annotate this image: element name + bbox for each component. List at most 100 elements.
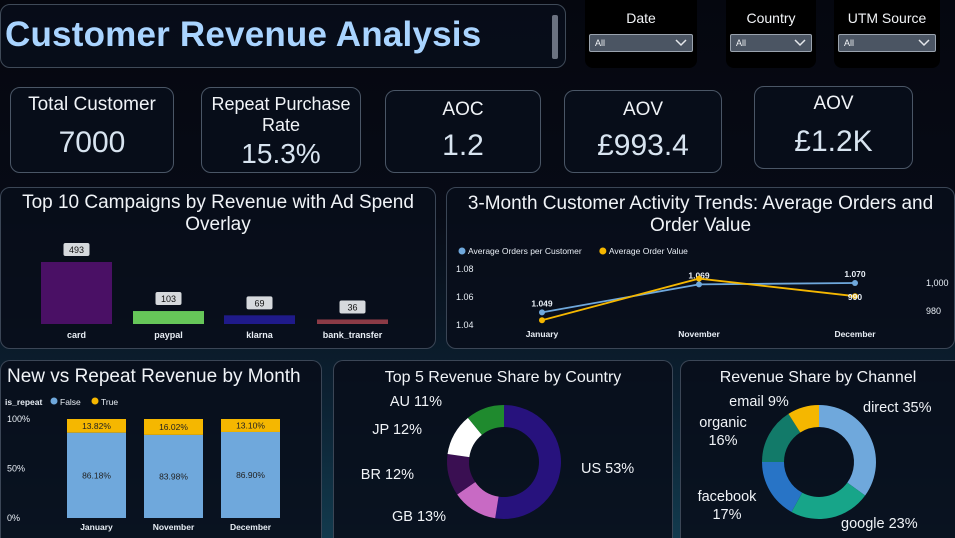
campaign-data-label: 103 [161, 294, 176, 304]
x-tick-label: November [678, 329, 720, 339]
new-vs-repeat-panel: New vs Repeat Revenue by Month is_repeat… [0, 360, 322, 538]
y-tick-label: 1.06 [456, 292, 474, 302]
donut-slice [791, 482, 866, 519]
series-point [539, 317, 545, 324]
kpi-value: £993.4 [597, 129, 689, 162]
y-tick-label: 0% [7, 513, 20, 523]
campaign-x-tick: paypal [154, 330, 183, 340]
kpi-value: 1.2 [442, 129, 484, 162]
point-data-label: 1.070 [844, 269, 866, 279]
series-point [539, 309, 545, 316]
legend-marker [91, 397, 99, 405]
series-point [852, 280, 858, 286]
kpi-label: AOV [622, 99, 664, 120]
y-tick-label: 50% [7, 464, 25, 474]
segment-data-label: 86.90% [236, 470, 265, 480]
campaign-bar [133, 311, 204, 324]
kpi-label: Repeat Purchase Rate [211, 94, 351, 135]
title-scrollbar[interactable] [552, 15, 558, 59]
date-filter-label: Date [626, 10, 656, 26]
kpi-repeat-purchase-rate: Repeat Purchase Rate 15.3% [201, 87, 361, 173]
x-tick-label: December [834, 329, 876, 339]
campaigns-chart: 493 card 103 paypal 69 klarna 36 bank_transfer [41, 243, 388, 340]
slice-label: BR 12% [361, 467, 414, 483]
country-filter-value: All [736, 38, 747, 48]
campaign-x-tick: bank_transfer [323, 330, 383, 340]
legend-title: is_repeat [5, 397, 42, 407]
country-filter-label: Country [746, 10, 796, 26]
campaign-x-tick: card [67, 330, 86, 340]
kpi-aov: AOV £993.4 [564, 90, 722, 173]
campaign-bar [224, 315, 295, 324]
kpi-aov-2: AOV £1.2K [754, 86, 913, 169]
kpi-label: Total Customer [28, 94, 156, 115]
campaign-bar [317, 319, 388, 324]
date-filter: Date All [585, 0, 697, 68]
legend-label: True [101, 397, 118, 407]
chevron-down-icon [794, 39, 806, 47]
campaign-bar [41, 262, 112, 324]
point-data-label: 1.049 [531, 298, 553, 308]
channel-donut-chart: direct 35% google 23% facebook 17% organic 16… [698, 394, 932, 532]
x-tick-label: January [80, 522, 113, 532]
y-tick-label: 1.04 [456, 320, 474, 330]
slice-label: facebook [698, 489, 758, 505]
x-tick-label: December [230, 522, 272, 532]
campaign-x-tick: klarna [246, 330, 274, 340]
utm-source-filter-select[interactable]: All [838, 34, 936, 52]
segment-data-label: 16.02% [159, 422, 188, 432]
kpi-value: 7000 [58, 126, 126, 159]
country-filter-select[interactable]: All [730, 34, 812, 52]
kpi-label: AOV [813, 93, 854, 114]
new-vs-repeat-chart: is_repeat False True 100% 50% 0% 86.18% 13.82% J… [5, 397, 280, 532]
campaign-data-label: 36 [347, 302, 357, 312]
slice-label: email 9% [729, 394, 789, 410]
slice-label: 17% [712, 507, 741, 523]
country-donut-chart: US 53% GB 13% BR 12% JP 12% AU 11% [361, 394, 635, 525]
legend-label: Average Orders per Customer [468, 246, 582, 256]
chevron-down-icon [675, 39, 687, 47]
slice-label: 16% [708, 433, 737, 449]
chevron-down-icon [918, 39, 930, 47]
legend-marker [458, 247, 466, 255]
y2-tick-label: 980 [926, 306, 941, 316]
legend-label: False [60, 397, 81, 407]
x-tick-label: November [153, 522, 195, 532]
y2-tick-label: 1,000 [926, 278, 949, 288]
segment-data-label: 83.98% [159, 471, 188, 481]
kpi-label: AOC [442, 99, 484, 120]
kpi-total-customer: Total Customer 7000 [10, 87, 174, 173]
utm-source-filter: UTM Source All [834, 0, 940, 68]
y-tick-label: 100% [7, 414, 30, 424]
date-filter-value: All [595, 38, 606, 48]
donut-slice [819, 405, 876, 496]
legend-label: Average Order Value [609, 246, 688, 256]
campaign-data-label: 69 [254, 298, 264, 308]
campaigns-panel: Top 10 Campaigns by Revenue with Ad Spen… [0, 187, 436, 349]
campaign-data-label: 493 [69, 245, 84, 255]
slice-label: GB 13% [392, 509, 446, 525]
date-filter-select[interactable]: All [589, 34, 693, 52]
legend-marker [50, 397, 58, 405]
kpi-value: £1.2K [794, 125, 873, 158]
slice-label: US 53% [581, 461, 634, 477]
utm-source-filter-value: All [844, 38, 855, 48]
segment-data-label: 13.82% [82, 421, 111, 431]
country-panel: Top 5 Revenue Share by Country US 53% GB … [333, 360, 673, 538]
slice-label: organic [699, 415, 747, 431]
series-point [696, 281, 702, 288]
utm-source-filter-label: UTM Source [847, 10, 927, 26]
title-panel: Customer Revenue Analysis [0, 4, 566, 68]
x-tick-label: January [526, 329, 559, 339]
page-title: Customer Revenue Analysis [5, 15, 482, 54]
activity-chart: Average Orders per Customer Average Order… [456, 246, 949, 339]
activity-panel: 3-Month Customer Activity Trends: Averag… [446, 187, 955, 349]
segment-data-label: 86.18% [82, 470, 111, 480]
slice-label: google 23% [841, 516, 918, 532]
donut-slice [495, 405, 561, 519]
series-point [696, 275, 702, 282]
kpi-aoc: AOC 1.2 [385, 90, 541, 173]
kpi-value: 15.3% [241, 138, 321, 169]
slice-label: direct 35% [863, 400, 932, 416]
channel-panel: Revenue Share by Channel direct 35% googl… [680, 360, 955, 538]
